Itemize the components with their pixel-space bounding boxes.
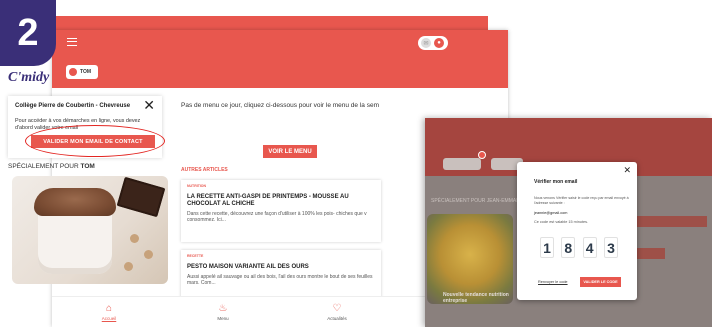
nav-item-news[interactable]: ♡ Actualités <box>307 303 367 321</box>
chocolate-mousse-image[interactable] <box>12 176 168 284</box>
special-prefix: SPÉCIALEMENT POUR <box>8 163 81 170</box>
code-digit-input[interactable]: 1 <box>540 237 554 258</box>
modal-email: jeannie@gmail.com <box>534 211 568 215</box>
verification-code-inputs: 1 8 4 3 <box>540 237 618 258</box>
close-icon[interactable]: ✕ <box>623 165 631 176</box>
mobile-menu-button <box>635 248 665 259</box>
user-name: TOM <box>80 69 92 75</box>
app-top-bar: ✉ ● <box>52 30 508 56</box>
user-bar: TOM <box>52 56 508 88</box>
article-title: LA RECETTE ANTI-GASPI DE PRINTEMPS - MOU… <box>187 194 349 207</box>
message-icon[interactable]: ✉ <box>421 38 431 48</box>
code-digit-input[interactable]: 3 <box>603 237 618 258</box>
article-description: Aussi appelé ail sauvage ou ail des bois… <box>187 274 373 286</box>
nav-item-home[interactable]: ⌂ Accueil <box>79 303 139 321</box>
highlight-ellipse <box>25 125 165 157</box>
chef-hat-icon: ♨ <box>218 303 228 314</box>
verify-email-modal: Vérifier mon email ✕ Nous venons Vérifie… <box>517 162 637 300</box>
no-menu-message: Pas de menu ce jour, cliquez ci-dessous … <box>181 102 379 109</box>
article-category: RECETTE <box>187 254 204 258</box>
notification-badge <box>478 151 486 159</box>
nav-item-menu[interactable]: ♨ Menu <box>193 303 253 321</box>
nav-label: Menu <box>217 316 229 321</box>
article-category: NUTRITION <box>187 184 207 188</box>
mousse-graphic <box>34 188 116 216</box>
article-card[interactable]: NUTRITION LA RECETTE ANTI-GASPI DE PRINT… <box>181 180 381 242</box>
article-description: Dans cette recette, découvrez une façon … <box>187 211 367 223</box>
mobile-contact-button <box>635 216 707 227</box>
chocolate-bar-graphic <box>116 176 166 218</box>
header-icon-pill[interactable]: ✉ ● <box>418 36 448 50</box>
code-digit-input[interactable]: 8 <box>561 237 576 258</box>
cmidy-logo: C'midy <box>8 70 50 85</box>
mobile-article-title: Nouvelle tendance nutrition entreprise <box>443 292 509 304</box>
modal-instruction: Nous venons Vérifier saisir le code reçu… <box>534 196 629 205</box>
other-articles-heading: AUTRES ARTICLES <box>181 167 228 173</box>
code-digit-input[interactable]: 4 <box>582 237 597 258</box>
modal-title: Vérifier mon email <box>534 179 578 185</box>
hazelnut-graphic <box>130 234 139 243</box>
special-for-heading: SPÉCIALEMENT POUR TOM <box>8 163 95 170</box>
mobile-user-chip <box>443 158 481 170</box>
hazelnut-graphic <box>144 250 153 259</box>
citrus-image <box>427 214 513 304</box>
college-name: Collège Pierre de Coubertin - Chevreuse <box>15 103 131 109</box>
profile-icon[interactable]: ● <box>434 38 444 48</box>
hamburger-menu-icon[interactable] <box>67 38 77 46</box>
user-avatar-icon <box>69 68 77 76</box>
nav-label: Accueil <box>101 316 117 321</box>
validate-code-button[interactable]: VALIDER LE CODE <box>580 277 621 287</box>
hazelnut-graphic <box>124 262 133 271</box>
article-title: PESTO MAISON VARIANTE AIL DES OURS <box>187 264 309 270</box>
article-card[interactable]: RECETTE PESTO MAISON VARIANTE AIL DES OU… <box>181 250 381 300</box>
see-menu-button[interactable]: VOIR LE MENU <box>263 145 317 158</box>
user-chip[interactable]: TOM <box>66 65 98 79</box>
resend-code-link[interactable]: Renvoyer le code <box>538 280 568 284</box>
step-number-badge: 2 <box>0 0 56 66</box>
heart-icon: ♡ <box>332 303 342 314</box>
close-icon[interactable]: ✕ <box>143 97 155 114</box>
special-name: TOM <box>80 163 95 170</box>
home-icon: ⌂ <box>105 303 113 314</box>
tutorial-screenshot: 2 ✉ ● TOM C'midy Collège Pierre de Coube… <box>0 0 712 327</box>
modal-validity: Ce code est valable 15 minutes. <box>534 220 589 224</box>
nav-label: Actualités <box>327 316 347 321</box>
mobile-section-title: SPÉCIALEMENT POUR JEAN-EMMANUEL <box>431 198 530 204</box>
